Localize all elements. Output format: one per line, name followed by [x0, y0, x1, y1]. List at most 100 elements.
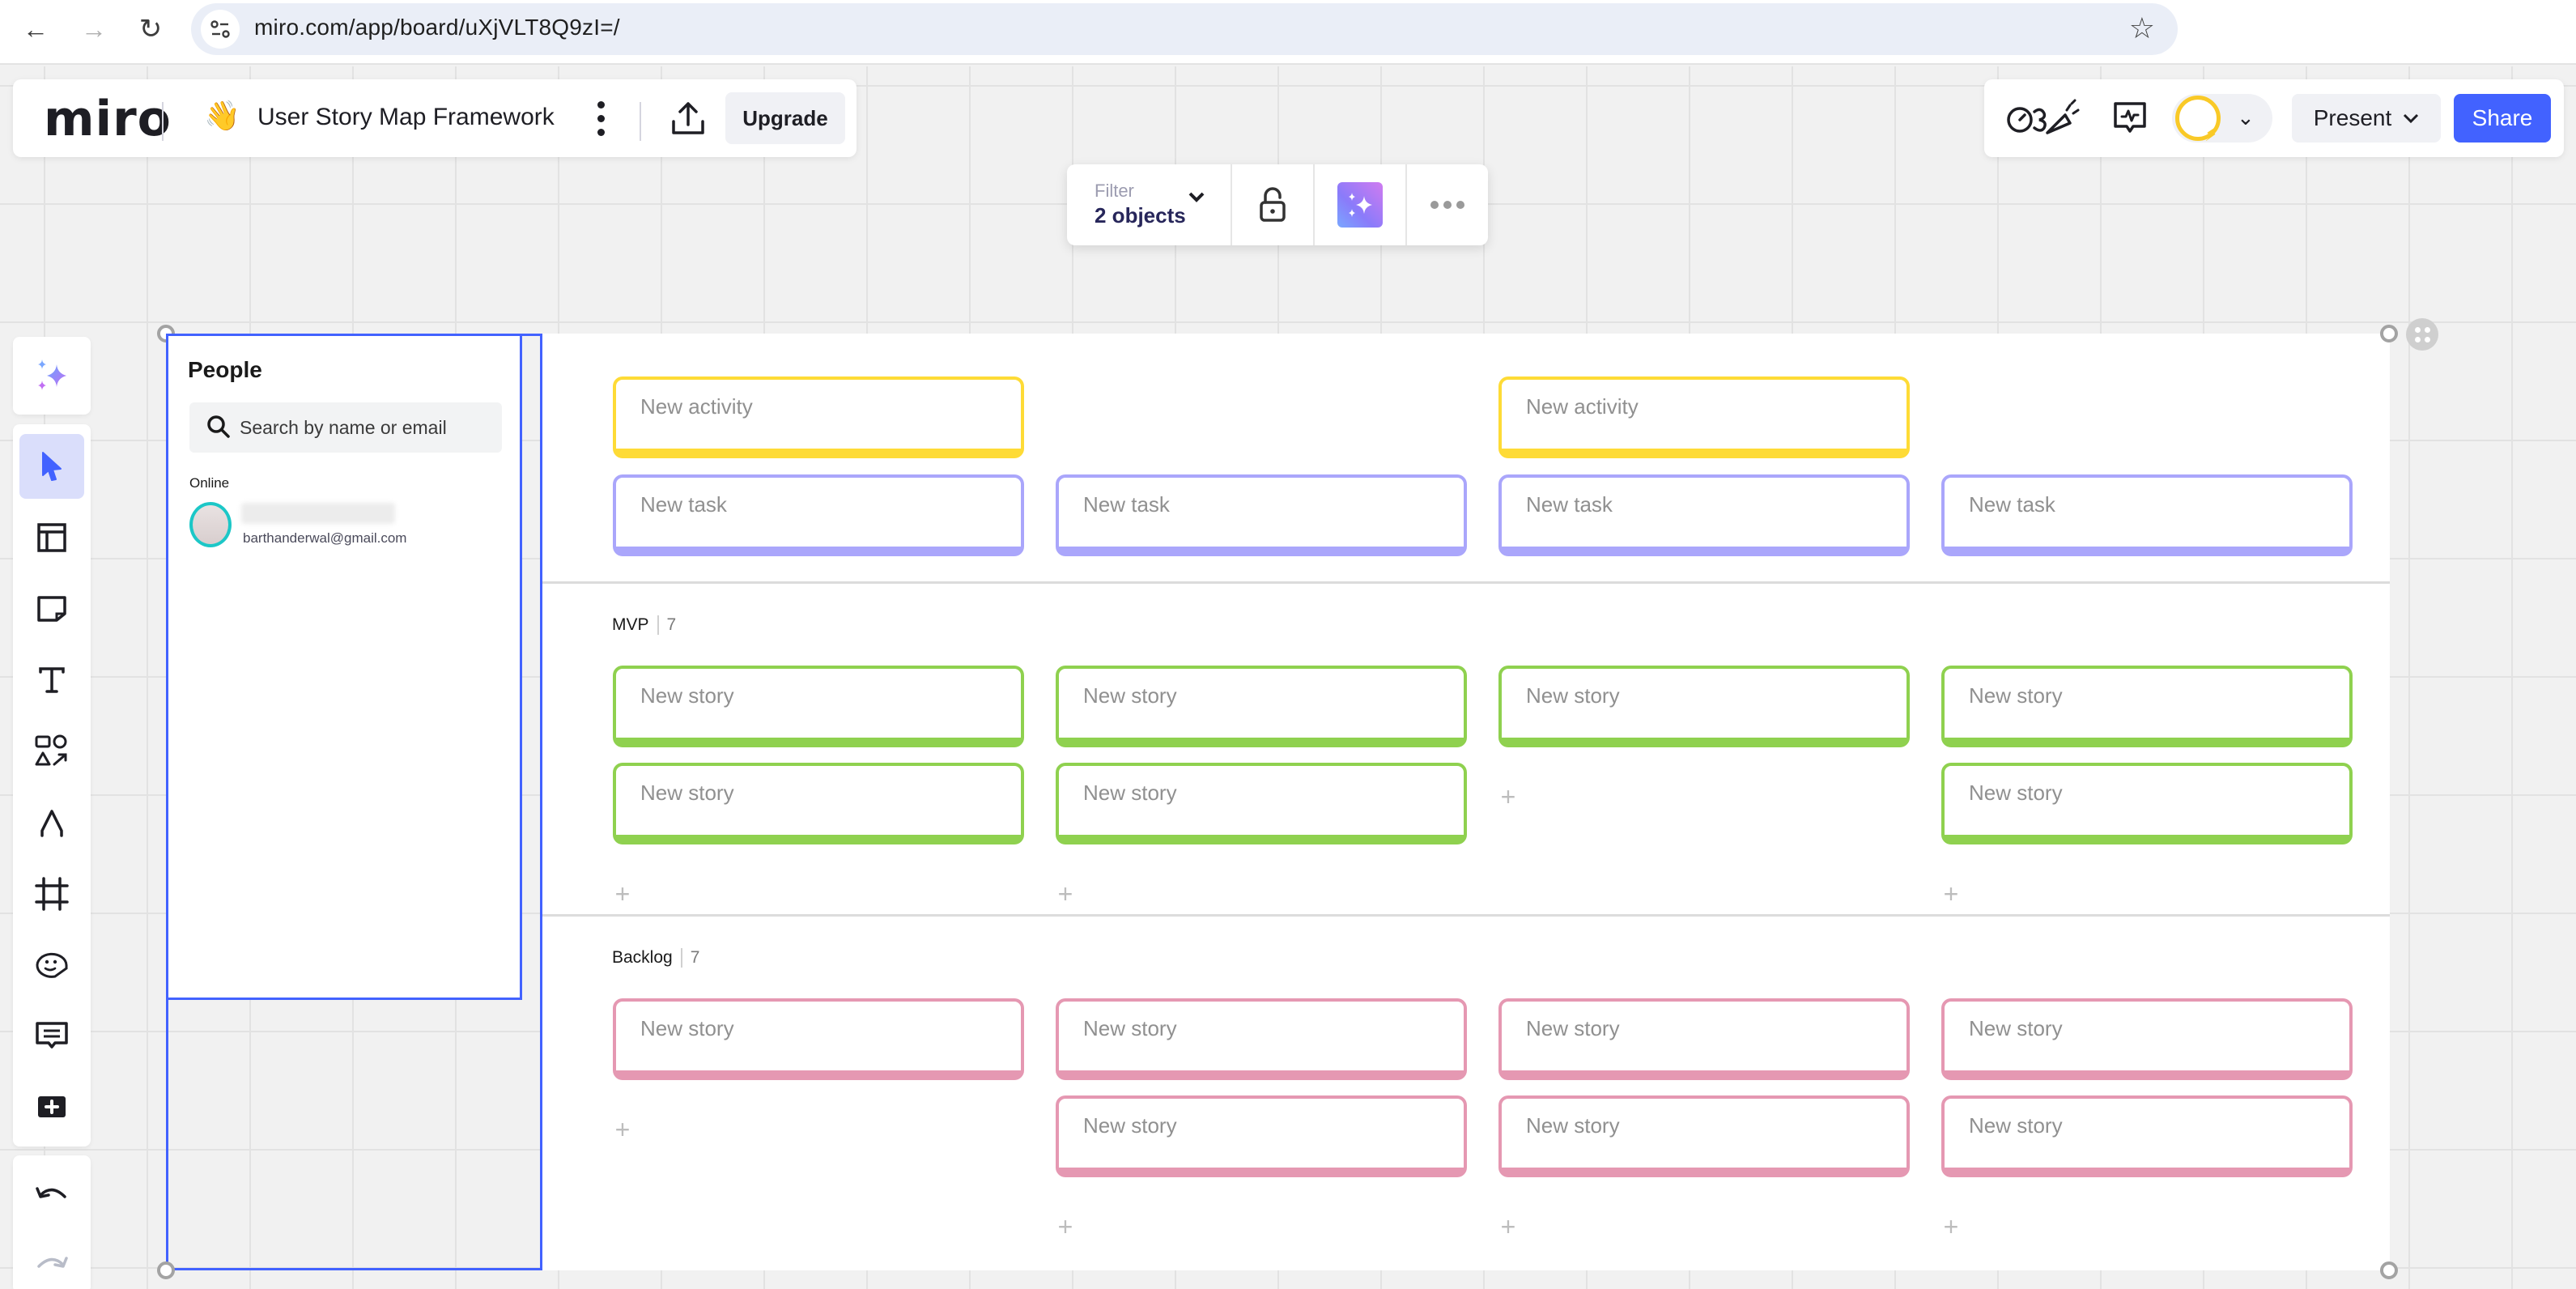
add-story-button[interactable]: + — [1497, 784, 1520, 810]
back-button[interactable]: ← — [18, 11, 53, 47]
comment-tool[interactable] — [19, 1004, 84, 1069]
unlock-icon — [1260, 187, 1286, 222]
add-story-button[interactable]: + — [1054, 881, 1077, 907]
move-handle[interactable] — [2406, 318, 2438, 351]
story-card[interactable]: New story — [1941, 1095, 2353, 1177]
kebab-dot — [597, 100, 605, 108]
story-card[interactable]: New story — [1941, 666, 2353, 747]
present-button[interactable]: Present — [2292, 94, 2441, 143]
cursor-icon — [42, 452, 62, 481]
pen-tool[interactable] — [19, 790, 84, 855]
swimlane-header[interactable]: Backlog 7 — [612, 948, 699, 968]
activity-card[interactable]: New activity — [1498, 376, 1910, 458]
redo-icon — [37, 1257, 68, 1268]
board-emoji[interactable]: 👋 — [204, 99, 240, 133]
lock-button[interactable] — [1232, 164, 1315, 245]
stickers-tool[interactable] — [19, 933, 84, 998]
share-button[interactable]: Share — [2454, 94, 2551, 143]
separator — [657, 615, 659, 635]
frame-icon — [35, 877, 69, 911]
ai-assist-button[interactable] — [13, 337, 91, 415]
board-header: miro 👋 User Story Map Framework Upgrade — [13, 79, 857, 157]
story-card[interactable]: New story — [1941, 763, 2353, 844]
templates-tool[interactable] — [19, 505, 84, 570]
add-story-button[interactable]: + — [1940, 881, 1962, 907]
url-text: miro.com/app/board/uXjVLT8Q9zI=/ — [254, 15, 620, 40]
story-card[interactable]: New story — [613, 666, 1024, 747]
add-story-button[interactable]: + — [1940, 1214, 1962, 1240]
timer-reactions-button[interactable] — [2004, 94, 2081, 143]
story-card[interactable]: New story — [1498, 666, 1910, 747]
board-title[interactable]: User Story Map Framework — [257, 104, 555, 131]
story-card[interactable]: New story — [1056, 1095, 1467, 1177]
user-avatar[interactable] — [189, 502, 232, 547]
task-card[interactable]: New task — [1498, 474, 1910, 556]
frame-tool[interactable] — [19, 861, 84, 926]
user-name-blurred — [241, 503, 395, 524]
swimlane-count: 7 — [690, 948, 700, 967]
shapes-tool[interactable] — [19, 719, 84, 784]
text-tool[interactable] — [19, 648, 84, 713]
site-info-button[interactable] — [201, 10, 240, 49]
story-card[interactable]: New story — [1056, 998, 1467, 1080]
pen-icon — [40, 810, 63, 837]
add-story-button[interactable]: + — [1497, 1214, 1520, 1240]
chevron-down-icon: ⌄ — [2237, 105, 2255, 130]
separator — [680, 948, 682, 968]
resize-handle-bottom-left[interactable] — [157, 1261, 175, 1279]
story-card[interactable]: New story — [1498, 998, 1910, 1080]
arrow-left-icon: ← — [23, 14, 49, 44]
people-title: People — [188, 357, 262, 382]
user-email: barthanderwal@gmail.com — [243, 530, 407, 546]
story-card[interactable]: New story — [613, 763, 1024, 844]
task-card[interactable]: New task — [613, 474, 1024, 556]
task-card[interactable]: New task — [1056, 474, 1467, 556]
present-label: Present — [2313, 105, 2392, 130]
undo-button[interactable] — [19, 1160, 84, 1225]
upgrade-button[interactable]: Upgrade — [725, 92, 845, 144]
user-avatar-menu[interactable]: ⚡ ⌄ — [2172, 94, 2272, 146]
swimlane-divider — [542, 581, 2390, 584]
people-search[interactable] — [189, 402, 502, 453]
add-story-button[interactable]: + — [1054, 1214, 1077, 1240]
chevron-down-icon — [1188, 192, 1205, 202]
swimlane-name: Backlog — [612, 948, 673, 967]
sparkles-icon — [1349, 193, 1372, 217]
timer-celebrate-icon — [2007, 99, 2080, 134]
board-menu-button[interactable] — [584, 94, 617, 143]
add-story-button[interactable]: + — [611, 1117, 634, 1142]
story-card[interactable]: New story — [613, 998, 1024, 1080]
miro-logo[interactable]: miro — [44, 91, 172, 147]
swimlane-count: 7 — [666, 615, 677, 634]
filter-dropdown[interactable]: Filter 2 objects — [1067, 164, 1232, 245]
shapes-icon — [35, 734, 67, 766]
story-card[interactable]: New story — [1498, 1095, 1910, 1177]
resize-handle-top-right[interactable] — [2380, 325, 2398, 342]
plus-square-icon — [38, 1096, 66, 1117]
reload-button[interactable]: ↻ — [133, 11, 168, 47]
collaboration-toolbar: ⚡ ⌄ Present Share — [1984, 79, 2564, 157]
resize-handle-bottom-right[interactable] — [2380, 1261, 2398, 1279]
activity-feed-button[interactable] — [2106, 94, 2154, 143]
activity-card[interactable]: New activity — [613, 376, 1024, 458]
more-apps-tool[interactable] — [19, 1075, 84, 1140]
export-button[interactable] — [667, 97, 709, 139]
sticky-note-tool[interactable] — [19, 576, 84, 641]
redo-button[interactable] — [19, 1230, 84, 1289]
forward-button[interactable]: → — [76, 11, 112, 47]
bookmark-star-icon[interactable]: ☆ — [2129, 11, 2155, 45]
story-card[interactable]: New story — [1941, 998, 2353, 1080]
arrow-right-icon: → — [81, 14, 107, 44]
select-tool[interactable] — [19, 434, 84, 499]
text-icon — [39, 667, 65, 693]
story-card[interactable]: New story — [1056, 666, 1467, 747]
ai-button[interactable] — [1315, 164, 1407, 245]
more-options-button[interactable] — [1407, 164, 1488, 245]
layout-icon — [37, 523, 66, 552]
story-card[interactable]: New story — [1056, 763, 1467, 844]
people-search-input[interactable] — [240, 412, 491, 443]
task-card[interactable]: New task — [1941, 474, 2353, 556]
swimlane-header[interactable]: MVP 7 — [612, 615, 676, 635]
add-story-button[interactable]: + — [611, 881, 634, 907]
address-bar[interactable]: miro.com/app/board/uXjVLT8Q9zI=/ ☆ — [191, 3, 2178, 55]
